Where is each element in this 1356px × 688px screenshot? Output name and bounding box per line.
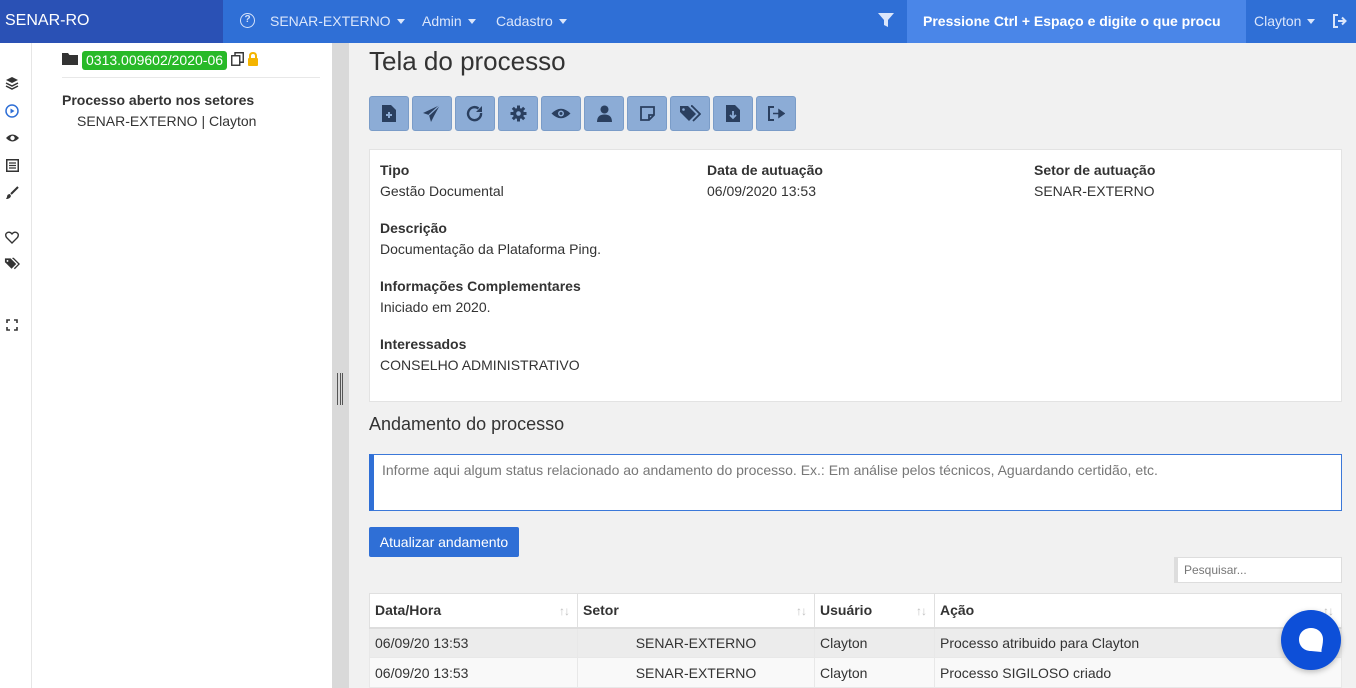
nav-cadastro-label: Cadastro xyxy=(496,13,553,29)
field-value: CONSELHO ADMINISTRATIVO xyxy=(380,357,580,373)
process-toolbar xyxy=(369,96,799,131)
lock-icon xyxy=(247,51,259,69)
cell-action: Processo SIGILOSO criado xyxy=(934,657,1342,688)
send-icon[interactable] xyxy=(412,96,452,131)
panel-splitter[interactable] xyxy=(332,43,349,688)
chevron-down-icon xyxy=(558,18,567,24)
field-descricao: Descrição Documentação da Plataforma Pin… xyxy=(380,218,601,259)
field-label: Interessados xyxy=(380,336,467,352)
nav-admin-label: Admin xyxy=(422,13,462,29)
layers-icon[interactable] xyxy=(4,75,20,91)
nav-admin-dropdown[interactable]: Admin xyxy=(422,0,476,43)
field-label: Descrição xyxy=(380,220,447,236)
field-tipo: Tipo Gestão Documental xyxy=(380,160,504,201)
field-value: Iniciado em 2020. xyxy=(380,299,491,315)
file-download-icon[interactable] xyxy=(713,96,753,131)
chevron-down-icon xyxy=(396,18,405,24)
column-label: Ação xyxy=(940,602,975,619)
field-value: Gestão Documental xyxy=(380,183,504,199)
andamento-title: Andamento do processo xyxy=(369,414,565,434)
nav-sector-label: SENAR-EXTERNO xyxy=(270,13,391,29)
nav-cadastro-dropdown[interactable]: Cadastro xyxy=(496,0,567,43)
nav-sector-dropdown[interactable]: SENAR-EXTERNO xyxy=(270,0,405,43)
filter-icon[interactable] xyxy=(877,11,895,32)
column-label: Setor xyxy=(583,602,619,619)
brush-icon[interactable] xyxy=(4,185,20,201)
column-header-sector[interactable]: Setor ↑↓ xyxy=(577,593,815,629)
global-search-input[interactable]: Pressione Ctrl + Espaço e digite o que p… xyxy=(907,0,1246,43)
page-title: Tela do processo xyxy=(369,46,566,76)
cell-datetime: 06/09/20 13:53 xyxy=(369,657,578,688)
user-menu-dropdown[interactable]: Clayton xyxy=(1254,0,1316,43)
icon-sidebar xyxy=(0,43,32,688)
field-label: Informações Complementares xyxy=(380,278,581,294)
field-label: Tipo xyxy=(380,162,410,178)
field-data-autuacao: Data de autuação 06/09/2020 13:53 xyxy=(707,160,823,201)
divider xyxy=(62,77,320,78)
eye-icon[interactable] xyxy=(541,96,581,131)
sort-icon[interactable]: ↑↓ xyxy=(796,604,807,618)
open-sectors-title: Processo aberto nos setores xyxy=(62,92,255,108)
table-search-input[interactable]: Pesquisar... xyxy=(1174,557,1342,583)
expand-icon[interactable] xyxy=(4,317,20,333)
copy-icon[interactable] xyxy=(231,51,244,69)
open-sector-entry: SENAR-EXTERNO | Clayton xyxy=(77,113,257,129)
main-content: Tela do processo Tipo Gestão Documental … xyxy=(349,43,1356,688)
gear-icon[interactable] xyxy=(498,96,538,131)
table-row: 06/09/20 13:53 SENAR-EXTERNO Clayton Pro… xyxy=(369,657,1342,688)
cell-sector: SENAR-EXTERNO xyxy=(577,627,815,658)
top-navbar: SENAR-RO ? SENAR-EXTERNO Admin Cadastro … xyxy=(0,0,1356,43)
field-label: Setor de autuação xyxy=(1034,162,1156,178)
cell-user: Clayton xyxy=(814,657,935,688)
eye-icon[interactable] xyxy=(4,130,20,146)
play-circle-icon[interactable] xyxy=(4,103,20,119)
cell-user: Clayton xyxy=(814,627,935,658)
status-textarea[interactable]: Informe aqui algum status relacionado ao… xyxy=(369,454,1342,511)
tags-icon[interactable] xyxy=(4,256,20,272)
tags-icon[interactable] xyxy=(670,96,710,131)
heart-icon[interactable] xyxy=(4,229,20,245)
process-number-badge[interactable]: 0313.009602/2020-06 xyxy=(82,50,228,70)
process-panel: 0313.009602/2020-06 Processo aberto nos … xyxy=(32,43,332,688)
logout-icon[interactable] xyxy=(1332,13,1348,32)
sign-out-icon[interactable] xyxy=(756,96,796,131)
table-row: 06/09/20 13:53 SENAR-EXTERNO Clayton Pro… xyxy=(369,627,1342,658)
cell-datetime: 06/09/20 13:53 xyxy=(369,627,578,658)
cell-sector: SENAR-EXTERNO xyxy=(577,657,815,688)
brand-logo[interactable]: SENAR-RO xyxy=(0,0,223,43)
file-plus-icon[interactable] xyxy=(369,96,409,131)
field-value: Documentação da Plataforma Ping. xyxy=(380,241,602,257)
field-interessados: Interessados CONSELHO ADMINISTRATIVO xyxy=(380,334,580,375)
process-number-line: 0313.009602/2020-06 xyxy=(62,50,259,70)
field-value: 06/09/2020 13:53 xyxy=(707,183,816,199)
list-alt-icon[interactable] xyxy=(4,157,20,173)
chat-widget-button[interactable] xyxy=(1281,610,1341,670)
user-icon[interactable] xyxy=(584,96,624,131)
field-label: Data de autuação xyxy=(707,162,823,178)
column-header-action[interactable]: Ação ↑↓ xyxy=(934,593,1342,629)
process-details-card: Tipo Gestão Documental Data de autuação … xyxy=(369,149,1342,402)
help-icon[interactable]: ? xyxy=(240,13,255,28)
field-info-complementares: Informações Complementares Iniciado em 2… xyxy=(380,276,581,317)
user-name: Clayton xyxy=(1254,13,1302,29)
sticky-note-icon[interactable] xyxy=(627,96,667,131)
column-header-datetime[interactable]: Data/Hora ↑↓ xyxy=(369,593,578,629)
table-header-row: Data/Hora ↑↓ Setor ↑↓ Usuário ↑↓ Ação ↑↓ xyxy=(369,593,1342,629)
sort-icon[interactable]: ↑↓ xyxy=(559,604,570,618)
sort-icon[interactable]: ↑↓ xyxy=(916,604,927,618)
chat-icon xyxy=(1299,628,1323,652)
column-label: Data/Hora xyxy=(375,602,442,619)
field-setor-autuacao: Setor de autuação SENAR-EXTERNO xyxy=(1034,160,1155,201)
column-header-user[interactable]: Usuário ↑↓ xyxy=(814,593,935,629)
chevron-down-icon xyxy=(1307,18,1316,24)
history-table: Data/Hora ↑↓ Setor ↑↓ Usuário ↑↓ Ação ↑↓ 06/… xyxy=(369,593,1342,688)
update-status-button[interactable]: Atualizar andamento xyxy=(369,527,519,557)
chevron-down-icon xyxy=(467,18,476,24)
column-label: Usuário xyxy=(820,602,873,619)
folder-icon xyxy=(62,52,78,68)
redo-icon[interactable] xyxy=(455,96,495,131)
drag-handle-icon[interactable] xyxy=(337,373,343,405)
field-value: SENAR-EXTERNO xyxy=(1034,183,1155,199)
